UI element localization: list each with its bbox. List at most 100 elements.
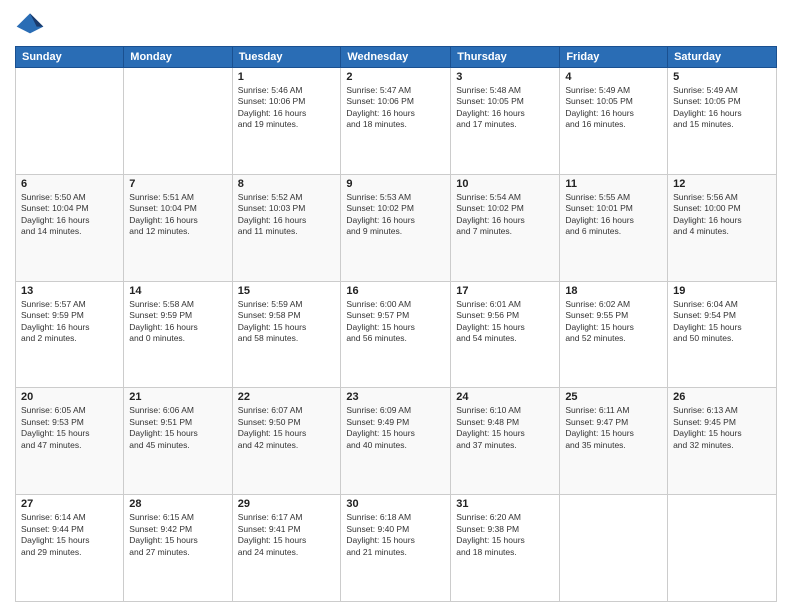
day-number: 7: [129, 178, 226, 190]
header: [15, 10, 777, 40]
day-number: 14: [129, 285, 226, 297]
cell-content: Sunrise: 5:50 AM Sunset: 10:04 PM Daylig…: [21, 192, 118, 238]
cell-content: Sunrise: 5:59 AM Sunset: 9:58 PM Dayligh…: [238, 299, 336, 345]
weekday-header-saturday: Saturday: [668, 47, 777, 68]
day-number: 31: [456, 498, 554, 510]
calendar-cell: [16, 68, 124, 175]
cell-content: Sunrise: 6:01 AM Sunset: 9:56 PM Dayligh…: [456, 299, 554, 345]
cell-content: Sunrise: 6:05 AM Sunset: 9:53 PM Dayligh…: [21, 405, 118, 451]
cell-content: Sunrise: 5:46 AM Sunset: 10:06 PM Daylig…: [238, 85, 336, 131]
cell-content: Sunrise: 5:51 AM Sunset: 10:04 PM Daylig…: [129, 192, 226, 238]
calendar-cell: 19 Sunrise: 6:04 AM Sunset: 9:54 PM Dayli…: [668, 281, 777, 388]
day-number: 26: [673, 391, 771, 403]
day-number: 3: [456, 71, 554, 83]
cell-content: Sunrise: 6:09 AM Sunset: 9:49 PM Dayligh…: [346, 405, 445, 451]
day-number: 1: [238, 71, 336, 83]
calendar-cell: 24 Sunrise: 6:10 AM Sunset: 9:48 PM Dayli…: [451, 388, 560, 495]
day-number: 21: [129, 391, 226, 403]
cell-content: Sunrise: 5:47 AM Sunset: 10:06 PM Daylig…: [346, 85, 445, 131]
calendar-cell: 8 Sunrise: 5:52 AM Sunset: 10:03 PM Dayli…: [232, 174, 341, 281]
calendar-cell: 30 Sunrise: 6:18 AM Sunset: 9:40 PM Dayli…: [341, 495, 451, 602]
day-number: 30: [346, 498, 445, 510]
calendar-cell: 20 Sunrise: 6:05 AM Sunset: 9:53 PM Dayli…: [16, 388, 124, 495]
cell-content: Sunrise: 6:02 AM Sunset: 9:55 PM Dayligh…: [565, 299, 662, 345]
cell-content: Sunrise: 5:57 AM Sunset: 9:59 PM Dayligh…: [21, 299, 118, 345]
cell-content: Sunrise: 5:53 AM Sunset: 10:02 PM Daylig…: [346, 192, 445, 238]
calendar-week-row-2: 13Sunrise: 5:57 AM Sunset: 9:59 PM Dayli…: [16, 281, 777, 388]
day-number: 6: [21, 178, 118, 190]
day-number: 4: [565, 71, 662, 83]
cell-content: Sunrise: 6:06 AM Sunset: 9:51 PM Dayligh…: [129, 405, 226, 451]
calendar-week-row-4: 27 Sunrise: 6:14 AM Sunset: 9:44 PM Dayli…: [16, 495, 777, 602]
cell-content: Sunrise: 5:56 AM Sunset: 10:00 PM Daylig…: [673, 192, 771, 238]
day-number: 28: [129, 498, 226, 510]
weekday-header-monday: Monday: [124, 47, 232, 68]
calendar-cell: 31Sunrise: 6:20 AM Sunset: 9:38 PM Dayli…: [451, 495, 560, 602]
calendar-cell: 2Sunrise: 5:47 AM Sunset: 10:06 PM Dayli…: [341, 68, 451, 175]
day-number: 27: [21, 498, 118, 510]
calendar-cell: 5 Sunrise: 5:49 AM Sunset: 10:05 PM Dayli…: [668, 68, 777, 175]
calendar-table: SundayMondayTuesdayWednesdayThursdayFrid…: [15, 46, 777, 602]
day-number: 22: [238, 391, 336, 403]
day-number: 12: [673, 178, 771, 190]
calendar-cell: 15 Sunrise: 5:59 AM Sunset: 9:58 PM Dayli…: [232, 281, 341, 388]
weekday-header-wednesday: Wednesday: [341, 47, 451, 68]
day-number: 24: [456, 391, 554, 403]
day-number: 15: [238, 285, 336, 297]
cell-content: Sunrise: 6:11 AM Sunset: 9:47 PM Dayligh…: [565, 405, 662, 451]
day-number: 17: [456, 285, 554, 297]
cell-content: Sunrise: 6:00 AM Sunset: 9:57 PM Dayligh…: [346, 299, 445, 345]
day-number: 8: [238, 178, 336, 190]
day-number: 25: [565, 391, 662, 403]
calendar-cell: 7 Sunrise: 5:51 AM Sunset: 10:04 PM Dayli…: [124, 174, 232, 281]
cell-content: Sunrise: 6:10 AM Sunset: 9:48 PM Dayligh…: [456, 405, 554, 451]
calendar-week-row-0: 1 Sunrise: 5:46 AM Sunset: 10:06 PM Dayli…: [16, 68, 777, 175]
weekday-header-friday: Friday: [560, 47, 668, 68]
cell-content: Sunrise: 6:13 AM Sunset: 9:45 PM Dayligh…: [673, 405, 771, 451]
calendar-cell: [560, 495, 668, 602]
cell-content: Sunrise: 5:49 AM Sunset: 10:05 PM Daylig…: [565, 85, 662, 131]
day-number: 20: [21, 391, 118, 403]
day-number: 23: [346, 391, 445, 403]
calendar-cell: 9 Sunrise: 5:53 AM Sunset: 10:02 PM Dayli…: [341, 174, 451, 281]
calendar-cell: 18 Sunrise: 6:02 AM Sunset: 9:55 PM Dayli…: [560, 281, 668, 388]
calendar-cell: 1 Sunrise: 5:46 AM Sunset: 10:06 PM Dayli…: [232, 68, 341, 175]
cell-content: Sunrise: 6:18 AM Sunset: 9:40 PM Dayligh…: [346, 512, 445, 558]
calendar-cell: 11Sunrise: 5:55 AM Sunset: 10:01 PM Dayl…: [560, 174, 668, 281]
calendar-cell: 26 Sunrise: 6:13 AM Sunset: 9:45 PM Dayli…: [668, 388, 777, 495]
day-number: 11: [565, 178, 662, 190]
calendar-cell: 17 Sunrise: 6:01 AM Sunset: 9:56 PM Dayli…: [451, 281, 560, 388]
cell-content: Sunrise: 6:14 AM Sunset: 9:44 PM Dayligh…: [21, 512, 118, 558]
cell-content: Sunrise: 6:17 AM Sunset: 9:41 PM Dayligh…: [238, 512, 336, 558]
calendar-week-row-3: 20 Sunrise: 6:05 AM Sunset: 9:53 PM Dayli…: [16, 388, 777, 495]
calendar-cell: 16Sunrise: 6:00 AM Sunset: 9:57 PM Dayli…: [341, 281, 451, 388]
calendar-cell: 25 Sunrise: 6:11 AM Sunset: 9:47 PM Dayli…: [560, 388, 668, 495]
day-number: 9: [346, 178, 445, 190]
calendar-cell: 14 Sunrise: 5:58 AM Sunset: 9:59 PM Dayli…: [124, 281, 232, 388]
weekday-header-row: SundayMondayTuesdayWednesdayThursdayFrid…: [16, 47, 777, 68]
day-number: 5: [673, 71, 771, 83]
calendar-cell: 21 Sunrise: 6:06 AM Sunset: 9:51 PM Dayli…: [124, 388, 232, 495]
day-number: 29: [238, 498, 336, 510]
calendar-cell: 10Sunrise: 5:54 AM Sunset: 10:02 PM Dayl…: [451, 174, 560, 281]
cell-content: Sunrise: 5:49 AM Sunset: 10:05 PM Daylig…: [673, 85, 771, 131]
page: SundayMondayTuesdayWednesdayThursdayFrid…: [0, 0, 792, 612]
cell-content: Sunrise: 6:04 AM Sunset: 9:54 PM Dayligh…: [673, 299, 771, 345]
calendar-cell: [124, 68, 232, 175]
calendar-cell: 6 Sunrise: 5:50 AM Sunset: 10:04 PM Dayli…: [16, 174, 124, 281]
day-number: 19: [673, 285, 771, 297]
logo-icon: [15, 10, 45, 40]
cell-content: Sunrise: 6:15 AM Sunset: 9:42 PM Dayligh…: [129, 512, 226, 558]
calendar-cell: 22Sunrise: 6:07 AM Sunset: 9:50 PM Dayli…: [232, 388, 341, 495]
calendar-cell: 12 Sunrise: 5:56 AM Sunset: 10:00 PM Dayl…: [668, 174, 777, 281]
day-number: 10: [456, 178, 554, 190]
calendar-cell: 13Sunrise: 5:57 AM Sunset: 9:59 PM Dayli…: [16, 281, 124, 388]
day-number: 18: [565, 285, 662, 297]
weekday-header-tuesday: Tuesday: [232, 47, 341, 68]
cell-content: Sunrise: 5:58 AM Sunset: 9:59 PM Dayligh…: [129, 299, 226, 345]
cell-content: Sunrise: 5:48 AM Sunset: 10:05 PM Daylig…: [456, 85, 554, 131]
weekday-header-thursday: Thursday: [451, 47, 560, 68]
calendar-cell: 29 Sunrise: 6:17 AM Sunset: 9:41 PM Dayli…: [232, 495, 341, 602]
calendar-cell: 23 Sunrise: 6:09 AM Sunset: 9:49 PM Dayli…: [341, 388, 451, 495]
cell-content: Sunrise: 5:52 AM Sunset: 10:03 PM Daylig…: [238, 192, 336, 238]
